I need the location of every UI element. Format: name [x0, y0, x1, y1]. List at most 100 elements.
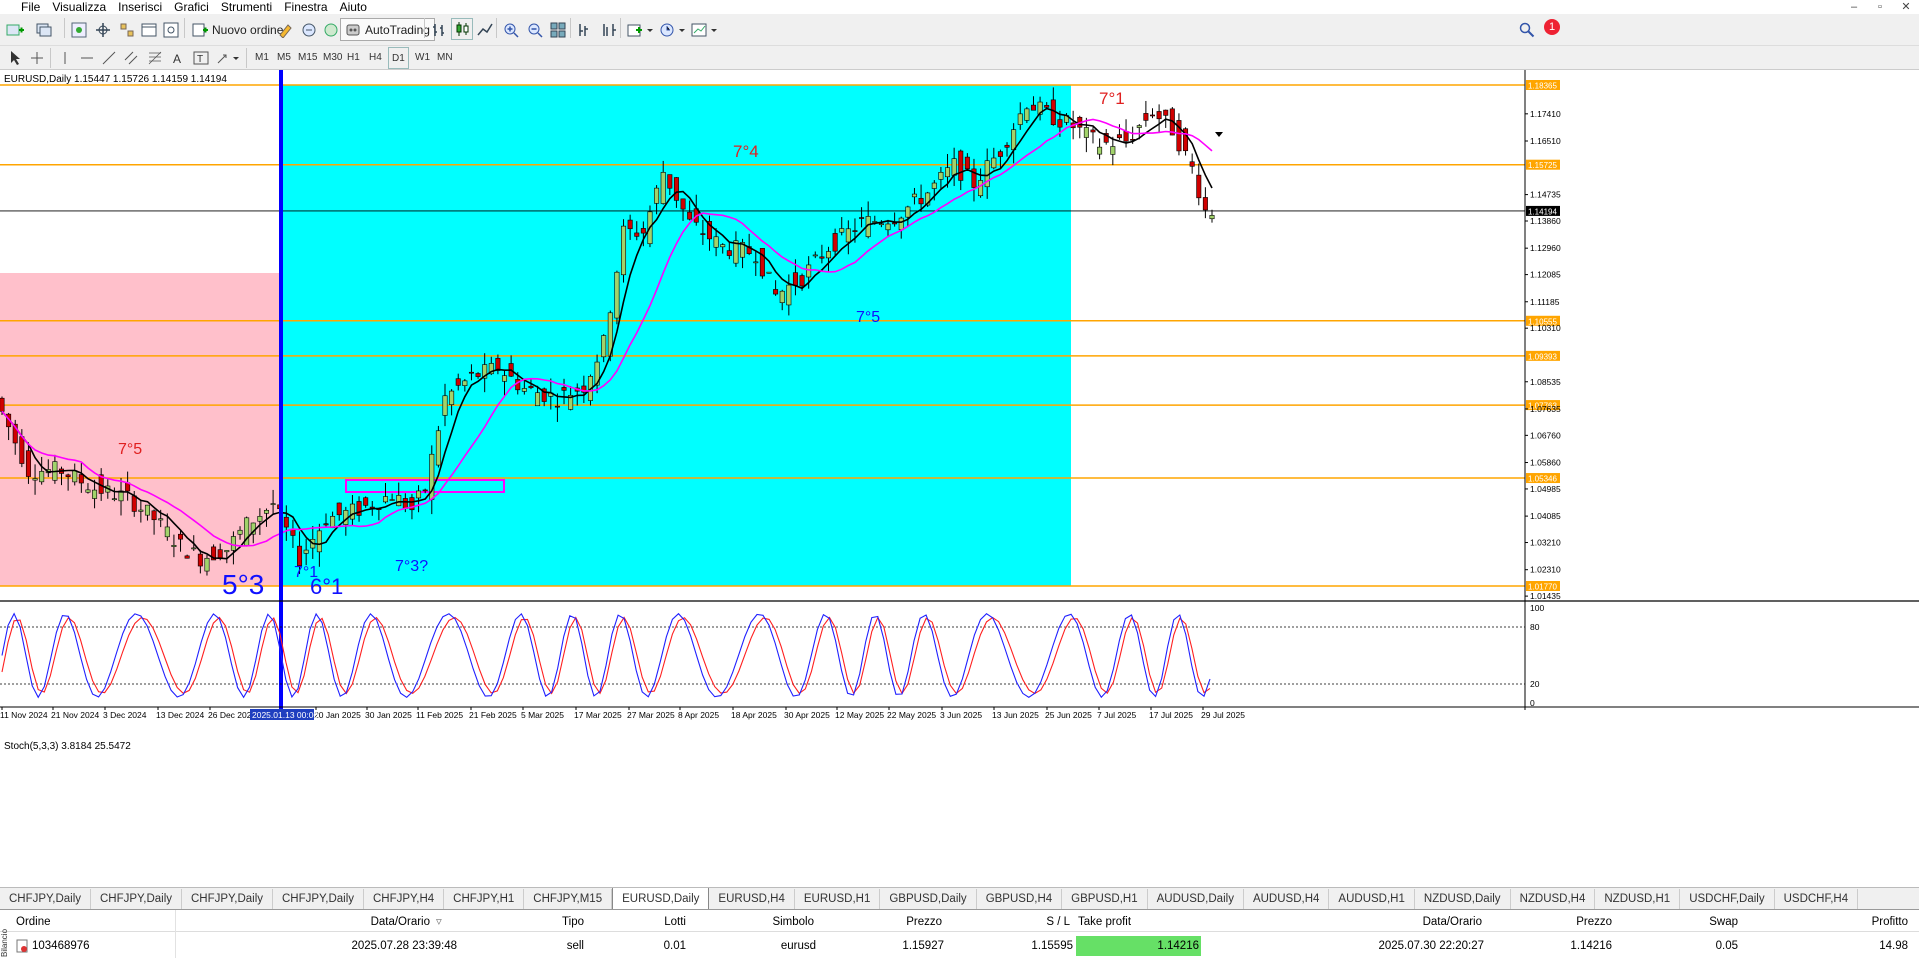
chart-tab[interactable]: NZDUSD,Daily: [1415, 889, 1511, 909]
col-lotti[interactable]: Lotti: [600, 912, 686, 932]
zoom-out-icon[interactable]: [524, 19, 546, 41]
timeframe-mn[interactable]: MN: [434, 47, 456, 69]
menu-tools[interactable]: Strumenti: [221, 0, 284, 14]
price-axis-label: 1.03210: [1530, 538, 1561, 548]
time-axis-label: 3 Dec 2024: [103, 710, 147, 720]
navigator-icon[interactable]: [116, 19, 138, 41]
trade-row[interactable]: 103468976 2025.07.28 23:39:48 sell 0.01 …: [0, 936, 1919, 956]
trade-sl[interactable]: 1.15595: [960, 936, 1073, 956]
chart-tab[interactable]: CHFJPY,M15: [524, 889, 613, 909]
menu-file[interactable]: File: [0, 0, 52, 14]
chart-tab[interactable]: CHFJPY,Daily: [273, 889, 364, 909]
col-profitto[interactable]: Profitto: [1800, 912, 1908, 932]
indicators-dropdown-icon[interactable]: [626, 19, 656, 41]
sort-icon: ▿: [436, 916, 442, 928]
text-label-icon[interactable]: T: [190, 47, 212, 69]
market-icon[interactable]: [320, 19, 342, 41]
new-chart-icon[interactable]: [4, 19, 26, 41]
trendline-icon[interactable]: [98, 47, 120, 69]
price-chart[interactable]: 1.183651.157251.105551.093931.077631.053…: [0, 70, 1919, 887]
chart-tab[interactable]: NZDUSD,H1: [1595, 889, 1681, 909]
candlestick-chart-icon[interactable]: [451, 18, 473, 40]
chart-tab[interactable]: GBPUSD,Daily: [880, 889, 977, 909]
signals-icon[interactable]: [298, 19, 320, 41]
strategy-tester-icon[interactable]: [160, 19, 182, 41]
chart-tab[interactable]: USDCHF,H4: [1775, 889, 1859, 909]
bear-candle: [1189, 161, 1195, 167]
timeframe-m15[interactable]: M15: [295, 47, 320, 69]
timeframe-d1[interactable]: D1: [388, 47, 409, 69]
market-watch-icon[interactable]: [68, 19, 90, 41]
timeframe-m30[interactable]: M30: [320, 47, 345, 69]
search-icon[interactable]: [1516, 19, 1538, 41]
col-tipo[interactable]: Tipo: [500, 912, 584, 932]
trade-prezzo[interactable]: 1.15927: [830, 936, 944, 956]
timeframe-h1[interactable]: H1: [344, 47, 363, 69]
bear-candle: [1004, 144, 1010, 148]
profiles-icon[interactable]: [34, 19, 56, 41]
menu-charts[interactable]: Grafici: [174, 0, 221, 14]
chart-tab[interactable]: GBPUSD,H1: [1062, 889, 1148, 909]
col-simbolo[interactable]: Simbolo: [700, 912, 814, 932]
autotrading-button[interactable]: AutoTrading: [340, 18, 435, 41]
bar-chart-icon[interactable]: [428, 19, 450, 41]
timeframe-h4[interactable]: H4: [366, 47, 385, 69]
bull-candle: [270, 503, 276, 505]
timeframe-w1[interactable]: W1: [412, 47, 433, 69]
tile-windows-icon[interactable]: [547, 19, 569, 41]
channel-icon[interactable]: [120, 47, 142, 69]
chart-tab[interactable]: AUDUSD,H1: [1329, 889, 1415, 909]
col-data-orario-2[interactable]: Data/Orario: [1340, 912, 1482, 932]
chart-tab[interactable]: EURUSD,Daily: [612, 888, 710, 909]
chart-tab[interactable]: CHFJPY,H1: [444, 889, 525, 909]
chart-tab[interactable]: USDCHF,Daily: [1680, 889, 1775, 909]
trade-tp[interactable]: 1.14216: [1076, 936, 1201, 956]
col-prezzo-2[interactable]: Prezzo: [1520, 912, 1612, 932]
chart-tab[interactable]: CHFJPY,H4: [364, 889, 445, 909]
col-ordine[interactable]: Ordine: [16, 912, 51, 932]
templates-dropdown-icon[interactable]: [690, 19, 720, 41]
col-sl[interactable]: S / L: [960, 912, 1070, 932]
restore-button[interactable]: ▫: [1867, 0, 1893, 14]
timeframe-m1[interactable]: M1: [252, 47, 272, 69]
notifications-icon[interactable]: 1: [1541, 16, 1563, 38]
chart-tab[interactable]: CHFJPY,Daily: [182, 889, 273, 909]
terminal-icon[interactable]: [138, 19, 160, 41]
vertical-line-icon[interactable]: [54, 47, 76, 69]
periods-dropdown-icon[interactable]: [658, 19, 688, 41]
minimize-button[interactable]: –: [1841, 0, 1867, 14]
chart-tab[interactable]: NZDUSD,H4: [1511, 889, 1596, 909]
text-tool-icon[interactable]: A: [166, 47, 188, 69]
autoscroll-icon[interactable]: [598, 19, 620, 41]
chart-tab[interactable]: GBPUSD,H4: [977, 889, 1063, 909]
col-tp[interactable]: Take profit: [1078, 912, 1200, 932]
cursor-icon[interactable]: [4, 47, 26, 69]
menu-insert[interactable]: Inserisci: [118, 0, 174, 14]
menu-help[interactable]: Aiuto: [340, 0, 379, 14]
zoom-in-icon[interactable]: [500, 19, 522, 41]
meta-editor-icon[interactable]: [274, 19, 296, 41]
fibonacci-icon[interactable]: [144, 47, 166, 69]
chart-tab[interactable]: AUDUSD,Daily: [1148, 889, 1244, 909]
menu-window[interactable]: Finestra: [284, 0, 339, 14]
col-swap[interactable]: Swap: [1640, 912, 1738, 932]
col-prezzo[interactable]: Prezzo: [830, 912, 942, 932]
timeframe-m5[interactable]: M5: [274, 47, 294, 69]
new-order-button[interactable]: Nuovo ordine: [188, 19, 287, 41]
menu-view[interactable]: Visualizza: [52, 0, 118, 14]
crosshair-move-icon[interactable]: [92, 19, 114, 41]
close-button[interactable]: ✕: [1893, 0, 1919, 14]
bear-candle: [25, 450, 31, 477]
chart-tab[interactable]: EURUSD,H4: [709, 889, 795, 909]
horizontal-line-icon[interactable]: [76, 47, 98, 69]
line-chart-icon[interactable]: [474, 19, 496, 41]
chart-tab[interactable]: CHFJPY,Daily: [0, 889, 91, 909]
bear-candle: [700, 233, 706, 235]
chart-tab[interactable]: CHFJPY,Daily: [91, 889, 182, 909]
chart-shift-icon[interactable]: [574, 19, 596, 41]
arrows-dropdown-icon[interactable]: [214, 47, 242, 69]
chart-tab[interactable]: AUDUSD,H4: [1244, 889, 1330, 909]
chart-tab[interactable]: EURUSD,H1: [795, 889, 881, 909]
col-data-orario[interactable]: Data/Orario: [300, 912, 430, 932]
crosshair-icon[interactable]: [26, 47, 48, 69]
